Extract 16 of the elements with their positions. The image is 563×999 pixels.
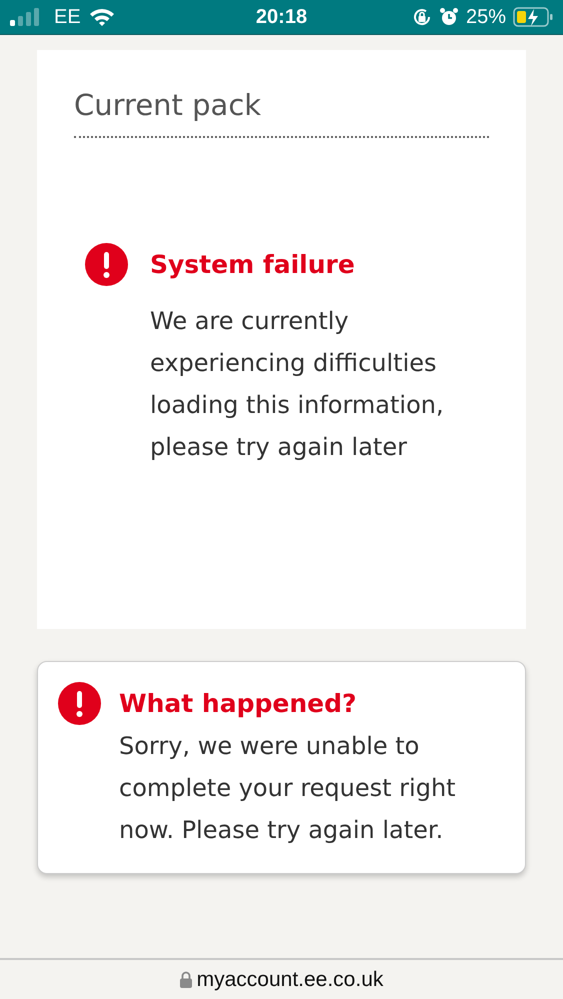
rotation-lock-icon bbox=[412, 7, 432, 27]
error-icon bbox=[58, 682, 101, 725]
battery-charging-icon bbox=[513, 7, 553, 27]
error-title: System failure bbox=[150, 249, 356, 281]
section-title: Current pack bbox=[74, 88, 489, 138]
url-text: myaccount.ee.co.uk bbox=[196, 968, 384, 992]
alarm-icon bbox=[438, 7, 459, 27]
lock-icon bbox=[180, 971, 192, 988]
wifi-icon bbox=[88, 7, 115, 27]
battery-percentage: 25% bbox=[466, 6, 506, 28]
clock-time: 20:18 bbox=[256, 6, 308, 28]
carrier-name: EE bbox=[54, 6, 81, 28]
alert-message: Sorry, we were unable to complete your request right now. Please try again later. bbox=[119, 731, 457, 846]
error-message: We are currently experiencing difficulties loading this information, please try again later bbox=[150, 306, 445, 463]
alert-title: What happened? bbox=[119, 688, 358, 720]
error-icon bbox=[85, 243, 128, 286]
